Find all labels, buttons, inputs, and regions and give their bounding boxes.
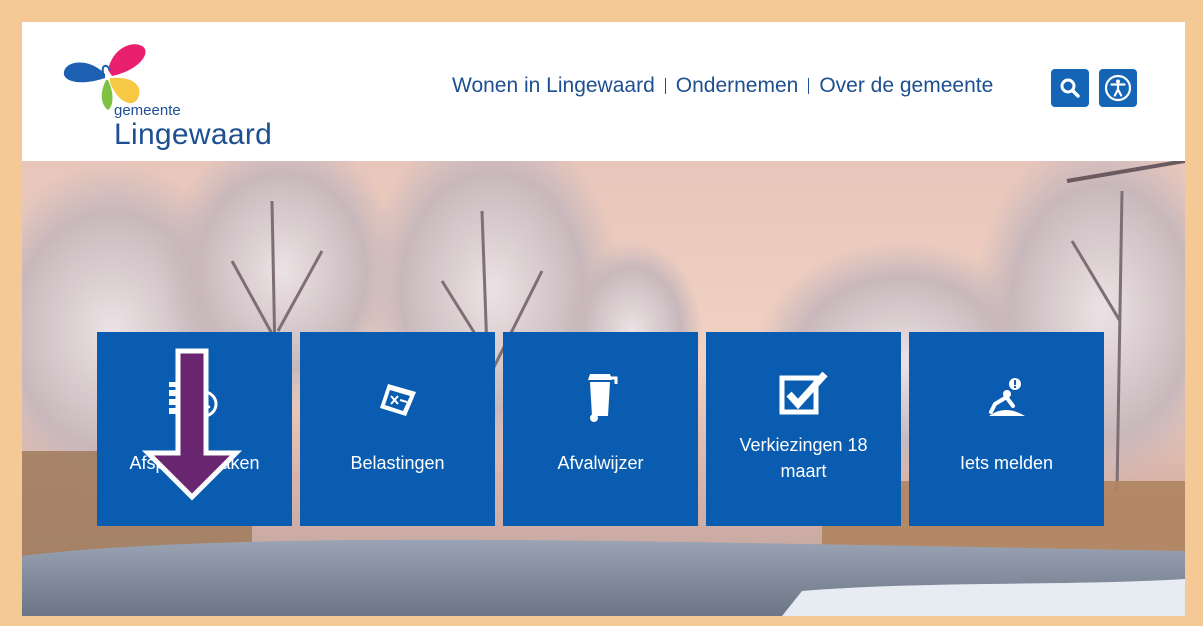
nav-separator — [808, 78, 810, 94]
logo-subtitle: gemeente — [114, 102, 181, 119]
hero-banner: Afspraak maken Belastingen Afvalwijzer — [22, 161, 1185, 616]
nav-item-wonen[interactable]: Wonen in Lingewaard — [452, 74, 655, 98]
main-nav: Wonen in Lingewaard Ondernemen Over de g… — [452, 74, 993, 98]
tile-belastingen[interactable]: Belastingen — [300, 332, 495, 526]
tile-iets-melden[interactable]: Iets melden — [909, 332, 1104, 526]
nav-item-ondernemen[interactable]: Ondernemen — [676, 74, 799, 98]
tax-ticket-icon — [379, 384, 416, 416]
nav-item-over-de-gemeente[interactable]: Over de gemeente — [819, 74, 993, 98]
tile-label: Iets melden — [959, 453, 1054, 473]
tile-label: Belastingen — [350, 453, 445, 473]
tile-label: Afvalwijzer — [557, 453, 644, 473]
site-header: gemeente Lingewaard Wonen in Lingewaard … — [22, 22, 1185, 161]
ballot-check-icon — [779, 371, 828, 415]
down-arrow-icon — [141, 348, 243, 501]
logo-title: Lingewaard — [114, 118, 273, 151]
tile-verkiezingen[interactable]: Verkiezingen 18 maart — [706, 332, 901, 526]
site-logo[interactable]: gemeente Lingewaard — [60, 36, 300, 151]
nav-separator — [664, 78, 666, 94]
tile-afvalwijzer[interactable]: Afvalwijzer — [503, 332, 698, 526]
report-issue-icon — [988, 378, 1025, 416]
tile-label: Verkiezingen 18 maart — [739, 435, 868, 481]
accessibility-icon — [1104, 74, 1132, 102]
search-button[interactable] — [1051, 69, 1089, 107]
page-frame: gemeente Lingewaard Wonen in Lingewaard … — [22, 22, 1185, 616]
waste-bin-icon — [587, 374, 617, 422]
search-icon — [1060, 78, 1080, 98]
accessibility-button[interactable] — [1099, 69, 1137, 107]
